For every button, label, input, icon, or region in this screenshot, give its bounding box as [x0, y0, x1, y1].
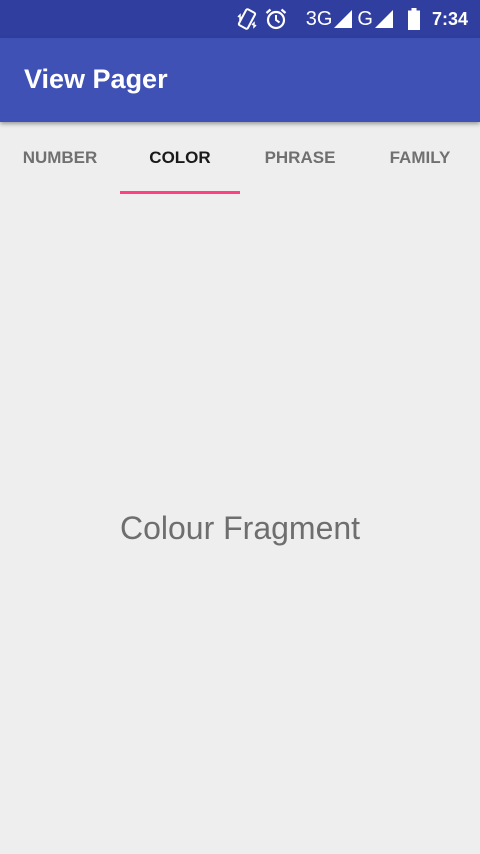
- clock-time: 7:34: [431, 8, 468, 29]
- signal-icon: [333, 9, 353, 29]
- view-pager-content[interactable]: Colour Fragment: [0, 194, 480, 854]
- app-bar: View Pager: [0, 38, 480, 122]
- tab-label: COLOR: [149, 148, 211, 167]
- fragment-text: Colour Fragment: [119, 510, 361, 546]
- alarm-icon: [264, 7, 288, 31]
- tab-color[interactable]: COLOR: [120, 122, 240, 194]
- signal-icon: [374, 9, 394, 29]
- tab-number[interactable]: NUMBER: [0, 122, 120, 194]
- network-type-label: 3G: [305, 7, 333, 30]
- status-icons: 3G G 7:34: [236, 0, 468, 38]
- network-type-label-2: G: [357, 7, 373, 30]
- app-title: View Pager: [24, 64, 168, 94]
- tab-label: NUMBER: [22, 148, 98, 167]
- battery-icon: [407, 8, 420, 30]
- tab-family[interactable]: FAMILY: [360, 122, 480, 194]
- tab-phrase[interactable]: PHRASE: [240, 122, 360, 194]
- vibrate-icon: [236, 7, 258, 31]
- tab-label: PHRASE: [264, 148, 336, 167]
- tab-bar: NUMBER COLOR PHRASE FAMILY: [0, 122, 480, 194]
- status-bar: 3G G 7:34: [0, 0, 480, 38]
- screen: 3G G 7:34 View Pager NUMBER COLOR PHRASE…: [0, 0, 480, 854]
- tab-label: FAMILY: [389, 148, 451, 167]
